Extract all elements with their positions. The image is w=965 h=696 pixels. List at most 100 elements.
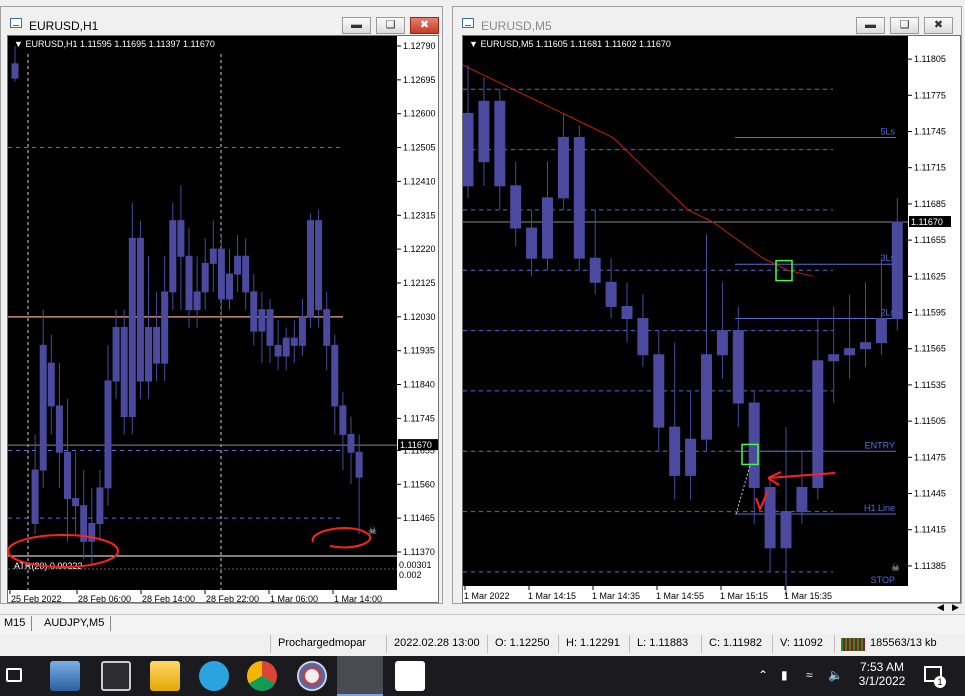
wifi-icon[interactable]: ≈	[806, 668, 813, 682]
price-tick-label: 1.11655	[914, 235, 946, 245]
candle-body	[542, 197, 553, 259]
system-clock[interactable]: 7:53 AM 3/1/2022	[852, 660, 912, 688]
price-tick-label: 1.11505	[914, 416, 946, 426]
candle-body	[258, 309, 266, 332]
maximize-button[interactable]: ❏	[376, 17, 405, 34]
candle-body	[177, 220, 185, 257]
network-computer-icon[interactable]	[50, 661, 80, 691]
candle-body	[323, 309, 331, 346]
chart-window-eurusd-m5[interactable]: EURUSD,M5 ▬ ❏ ✖ ▼ EURUSD,M5 1.11605 1.11…	[452, 6, 962, 604]
candle-body	[732, 330, 744, 404]
trade-link-line	[735, 465, 751, 515]
chart-window-eurusd-h1[interactable]: EURUSD,H1 ▬ ❏ ✖ ▼ EURUSD,H1 1.11595 1.11…	[0, 6, 443, 604]
current-price-label: 1.11670	[400, 440, 432, 450]
paint-icon[interactable]	[297, 661, 327, 691]
status-open: O: 1.12250	[495, 637, 550, 649]
candle-body	[161, 291, 169, 364]
price-tick-label: 1.11935	[403, 346, 435, 356]
candle-body	[104, 380, 112, 489]
battery-icon[interactable]: ▮	[781, 668, 788, 682]
chart-window-icon	[462, 18, 474, 28]
close-button[interactable]: ✖	[924, 17, 953, 34]
maximize-button[interactable]: ❏	[890, 17, 919, 34]
candle-body	[780, 511, 792, 549]
candle-body	[266, 309, 274, 346]
candle-body	[242, 255, 250, 293]
connection-bars-icon	[841, 638, 865, 651]
candle-body	[250, 291, 258, 332]
price-tick-label: 1.11775	[914, 90, 946, 100]
candle-body	[463, 112, 474, 187]
status-low: L: 1.11883	[637, 637, 689, 649]
candle-body	[217, 248, 225, 300]
candle-body	[169, 220, 177, 293]
price-tick-label: 1.11370	[403, 547, 435, 557]
metatrader-icon[interactable]	[337, 656, 383, 696]
price-tick-label: 1.11475	[914, 452, 946, 462]
time-tick-label: 25 Feb 2022	[11, 594, 62, 603]
candle-body	[716, 330, 728, 356]
candle-body	[209, 248, 217, 264]
candle-body	[136, 237, 144, 382]
annotation-circle	[311, 527, 372, 549]
level-5ls-label: 5Ls	[880, 127, 895, 137]
file-explorer-icon[interactable]	[150, 661, 180, 691]
candle-body	[39, 344, 47, 471]
price-tick-label: 1.11465	[403, 513, 435, 523]
candle-body	[298, 316, 306, 346]
tab-audjpy-m5[interactable]: AUDJPY,M5	[38, 616, 112, 631]
volume-icon[interactable]: 🔈	[828, 668, 843, 682]
calculator-icon[interactable]	[101, 661, 131, 691]
price-tick-label: 1.11595	[914, 308, 946, 318]
show-hidden-icons-icon[interactable]: ⌃	[758, 668, 768, 682]
price-tick-label: 1.11445	[914, 489, 946, 499]
chrome-icon[interactable]	[247, 661, 277, 691]
time-tick-label: 1 Mar 14:00	[334, 594, 382, 603]
notification-badge: 1	[934, 676, 946, 688]
price-tick-label: 1.11415	[914, 525, 946, 535]
price-tick-label: 1.11565	[914, 344, 946, 354]
candle-body	[621, 305, 633, 320]
price-chart[interactable]: ▼ EURUSD,M5 1.11605 1.11681 1.11602 1.11…	[462, 35, 961, 603]
candle-body	[47, 362, 55, 407]
price-tick-label: 1.12410	[403, 176, 436, 186]
price-scale-panel	[908, 36, 960, 602]
candle-body	[875, 318, 887, 344]
current-price-label: 1.11670	[911, 217, 943, 227]
telegram-icon[interactable]	[199, 661, 229, 691]
time-tick-label: 28 Feb 06:00	[78, 594, 131, 603]
minimize-button[interactable]: ▬	[342, 17, 371, 34]
task-view-icon[interactable]	[6, 668, 22, 682]
chart-tabs: M15 AUDJPY,M5	[0, 614, 965, 634]
time-tick-label: 1 Mar 06:00	[270, 594, 318, 603]
close-button[interactable]: ✖	[410, 17, 439, 34]
candle-body	[653, 354, 665, 428]
candle-body	[315, 220, 323, 311]
title-bar[interactable]: EURUSD,M5 ▬ ❏ ✖	[453, 7, 961, 37]
candle-body	[685, 438, 697, 476]
price-tick-label: 1.12790	[403, 41, 436, 51]
price-tick-label: 1.12030	[403, 312, 436, 322]
scroll-left-icon[interactable]: ◀	[937, 602, 944, 613]
candle-body	[701, 354, 712, 440]
title-bar[interactable]: EURUSD,H1 ▬ ❏ ✖	[1, 7, 442, 37]
price-chart[interactable]: ▼ EURUSD,H1 1.11595 1.11695 1.11397 1.11…	[7, 35, 439, 603]
candle-body	[860, 342, 871, 350]
candle-body	[557, 137, 569, 199]
status-high: H: 1.12291	[566, 637, 620, 649]
candle-body	[226, 273, 233, 300]
scroll-right-icon[interactable]: ▶	[952, 602, 959, 613]
sticky-notes-icon[interactable]	[395, 661, 425, 691]
candle-body	[112, 327, 120, 382]
price-tick-label: 1.11685	[914, 199, 946, 209]
time-tick-label: 28 Feb 14:00	[142, 594, 195, 603]
minimize-button[interactable]: ▬	[856, 17, 885, 34]
candle-body	[478, 100, 490, 163]
candle-body	[637, 318, 649, 356]
horizontal-scrollbar[interactable]: ◀ ▶	[0, 602, 965, 614]
tab-m15[interactable]: M15	[0, 616, 33, 631]
candle-body	[234, 255, 242, 275]
price-tick-label: 1.11840	[403, 380, 435, 390]
candle-body	[347, 433, 355, 453]
candle-body	[193, 291, 201, 311]
